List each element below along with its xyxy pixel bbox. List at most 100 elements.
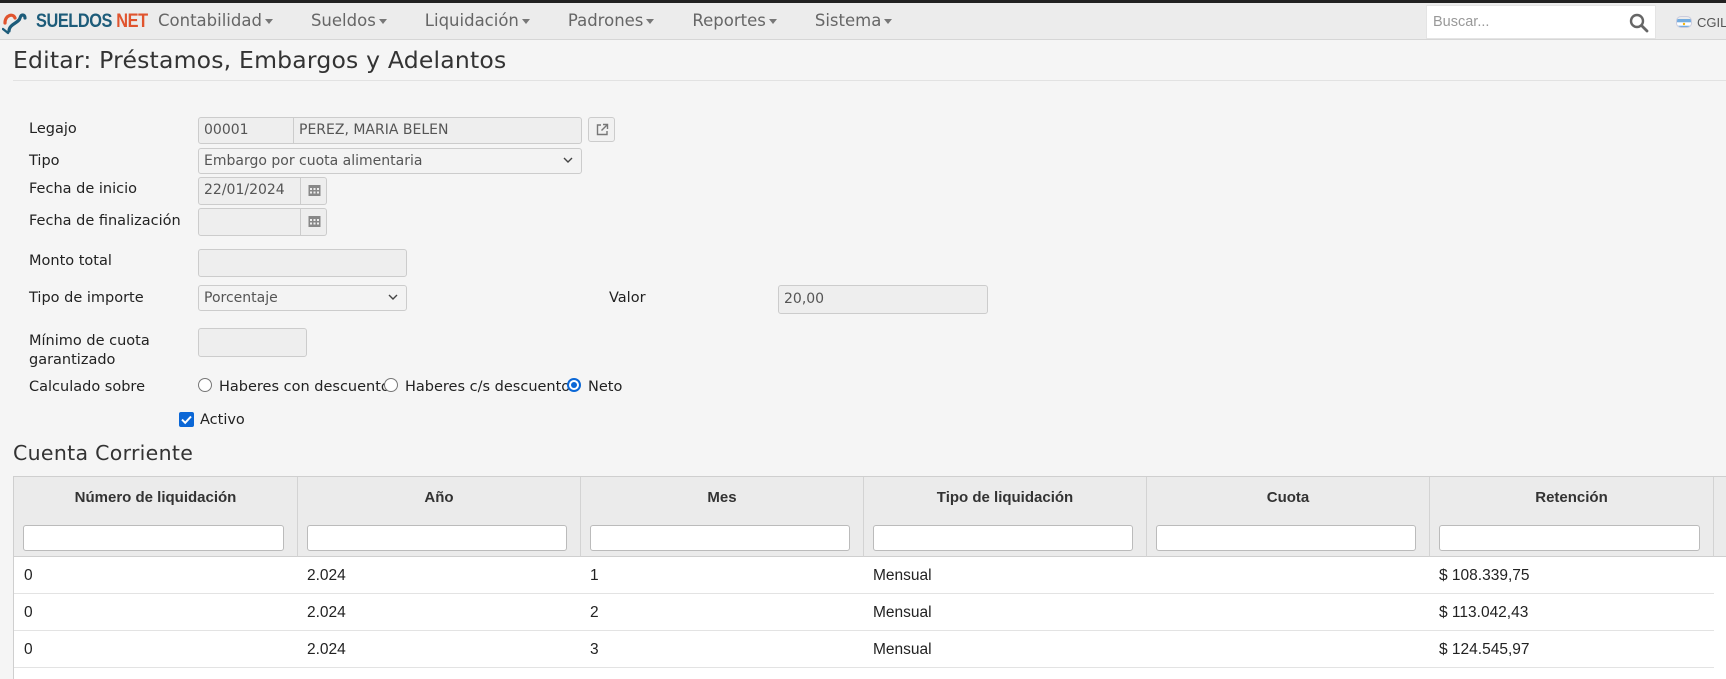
search-input[interactable] <box>1427 6 1628 38</box>
cell-anio: 2.024 <box>307 641 346 658</box>
cell-numero-liquidacion: 0 <box>24 641 33 658</box>
column-header-anio[interactable]: Año <box>298 477 581 557</box>
cell-tipo-liquidacion: Mensual <box>873 641 932 658</box>
search-box <box>1426 5 1656 39</box>
caret-down-icon <box>264 19 273 24</box>
tipo-select-value: Embargo por cuota alimentaria <box>204 153 423 169</box>
caret-down-icon <box>884 19 893 24</box>
minimo-cuota-label-line2: garantizado <box>29 352 116 368</box>
cell-tipo-liquidacion: Mensual <box>873 567 932 584</box>
column-label: Retención <box>1535 489 1608 506</box>
activo-label: Activo <box>200 412 245 428</box>
column-label: Tipo de liquidación <box>936 489 1074 506</box>
nav-sueldos[interactable]: Sueldos <box>291 3 405 40</box>
brand-name: SUELDOS NET <box>36 11 148 32</box>
activo-checkbox[interactable] <box>179 412 194 427</box>
caret-down-icon <box>521 19 530 24</box>
column-label: Número de liquidación <box>74 489 237 506</box>
sueldos-net-logo-icon <box>2 13 27 35</box>
nav-padrones[interactable]: Padrones <box>548 3 673 40</box>
monto-total-input[interactable] <box>198 249 407 277</box>
open-legajo-button[interactable] <box>588 117 615 142</box>
page-title: Editar: Préstamos, Embargos y Adelantos <box>13 46 507 74</box>
cell-numero-liquidacion: 0 <box>24 567 33 584</box>
filter-tipo-liquidacion[interactable] <box>873 525 1133 551</box>
cell-tipo-liquidacion: Mensual <box>873 604 932 621</box>
section-title-cuenta-corriente: Cuenta Corriente <box>13 441 194 465</box>
fecha-inicio-calendar-button[interactable] <box>301 177 327 205</box>
column-label: Cuota <box>1266 489 1310 506</box>
radio-haberes-con-descuento-label: Haberes con descuento <box>219 379 390 395</box>
filter-retencion[interactable] <box>1439 525 1700 551</box>
cell-retencion: $ 108.339,75 <box>1439 567 1530 584</box>
filter-anio[interactable] <box>307 525 567 551</box>
fecha-fin-label: Fecha de finalización <box>29 213 181 229</box>
radio-neto-label: Neto <box>588 379 623 395</box>
nav-sistema[interactable]: Sistema <box>795 3 910 40</box>
column-label: Mes <box>707 489 737 506</box>
radio-haberes-con-descuento[interactable] <box>198 378 212 392</box>
cell-mes: 3 <box>590 641 599 658</box>
user-label: CGIL <box>1697 14 1726 30</box>
minimo-cuota-label-line1: Mínimo de cuota <box>29 333 150 349</box>
fecha-inicio-label: Fecha de inicio <box>29 181 137 197</box>
cell-anio: 2.024 <box>307 604 346 621</box>
cell-retencion: $ 124.545,97 <box>1439 641 1530 658</box>
fecha-fin-calendar-button[interactable] <box>301 208 327 236</box>
argentina-flag-icon <box>1676 16 1692 28</box>
valor-label: Valor <box>609 290 646 306</box>
nav-contabilidad[interactable]: Contabilidad <box>138 3 291 40</box>
chevron-down-icon <box>388 294 398 300</box>
chevron-down-icon <box>563 157 573 163</box>
cell-retencion: $ 113.042,43 <box>1439 604 1529 621</box>
cuenta-corriente-table: Número de liquidación Año Mes Tipo de li… <box>13 476 1726 679</box>
fecha-inicio-input[interactable]: 22/01/2024 <box>198 177 301 205</box>
cell-anio: 2.024 <box>307 567 346 584</box>
column-header-retencion[interactable]: Retención <box>1430 477 1714 557</box>
table-row[interactable]: 0 2.024 2 Mensual $ 113.042,43 <box>14 594 1714 631</box>
cell-mes: 1 <box>590 567 599 584</box>
fecha-fin-input[interactable] <box>198 208 301 236</box>
caret-down-icon <box>768 19 777 24</box>
filter-cuota[interactable] <box>1156 525 1416 551</box>
tipo-label: Tipo <box>29 153 60 169</box>
table-row[interactable]: 0 2.024 3 Mensual $ 124.545,97 <box>14 631 1714 668</box>
calculado-sobre-label: Calculado sobre <box>29 379 145 395</box>
filter-mes[interactable] <box>590 525 850 551</box>
user-menu[interactable]: CGIL <box>1676 5 1726 39</box>
caret-down-icon <box>378 19 387 24</box>
radio-neto[interactable] <box>567 378 581 392</box>
cell-numero-liquidacion: 0 <box>24 604 33 621</box>
legajo-code-field[interactable]: 00001 <box>198 117 294 144</box>
calendar-icon <box>308 185 321 196</box>
column-header-tipo-liquidacion[interactable]: Tipo de liquidación <box>864 477 1147 557</box>
radio-haberes-cs-descuento[interactable] <box>384 378 398 392</box>
tipo-importe-select-value: Porcentaje <box>204 290 278 306</box>
nav-reportes[interactable]: Reportes <box>672 3 794 40</box>
legajo-name-field[interactable]: PEREZ, MARIA BELEN <box>293 117 582 144</box>
valor-input[interactable]: 20,00 <box>778 285 988 314</box>
cell-mes: 2 <box>590 604 599 621</box>
title-divider <box>13 80 1726 81</box>
search-icon[interactable] <box>1629 13 1649 33</box>
tipo-importe-select[interactable]: Porcentaje <box>198 285 407 311</box>
monto-total-label: Monto total <box>29 253 112 269</box>
legajo-label: Legajo <box>29 121 77 137</box>
table-row[interactable]: 0 2.024 1 Mensual $ 108.339,75 <box>14 557 1714 594</box>
column-header-scroll-spacer <box>1714 477 1726 557</box>
column-header-cuota[interactable]: Cuota <box>1147 477 1430 557</box>
caret-down-icon <box>646 19 655 24</box>
top-navbar: SUELDOS NET Contabilidad Sueldos Liquidac… <box>0 0 1726 40</box>
column-header-mes[interactable]: Mes <box>581 477 864 557</box>
minimo-cuota-input[interactable] <box>198 328 307 357</box>
checkmark-icon <box>181 415 192 425</box>
column-label: Año <box>424 489 454 506</box>
nav-liquidacion[interactable]: Liquidación <box>405 3 548 40</box>
column-header-numero-liquidacion[interactable]: Número de liquidación <box>14 477 298 557</box>
radio-haberes-cs-descuento-label: Haberes c/s descuento <box>405 379 571 395</box>
calendar-icon <box>308 216 321 227</box>
external-link-icon <box>596 123 609 136</box>
filter-numero-liquidacion[interactable] <box>23 525 284 551</box>
tipo-importe-label: Tipo de importe <box>29 290 144 306</box>
tipo-select[interactable]: Embargo por cuota alimentaria <box>198 148 582 174</box>
